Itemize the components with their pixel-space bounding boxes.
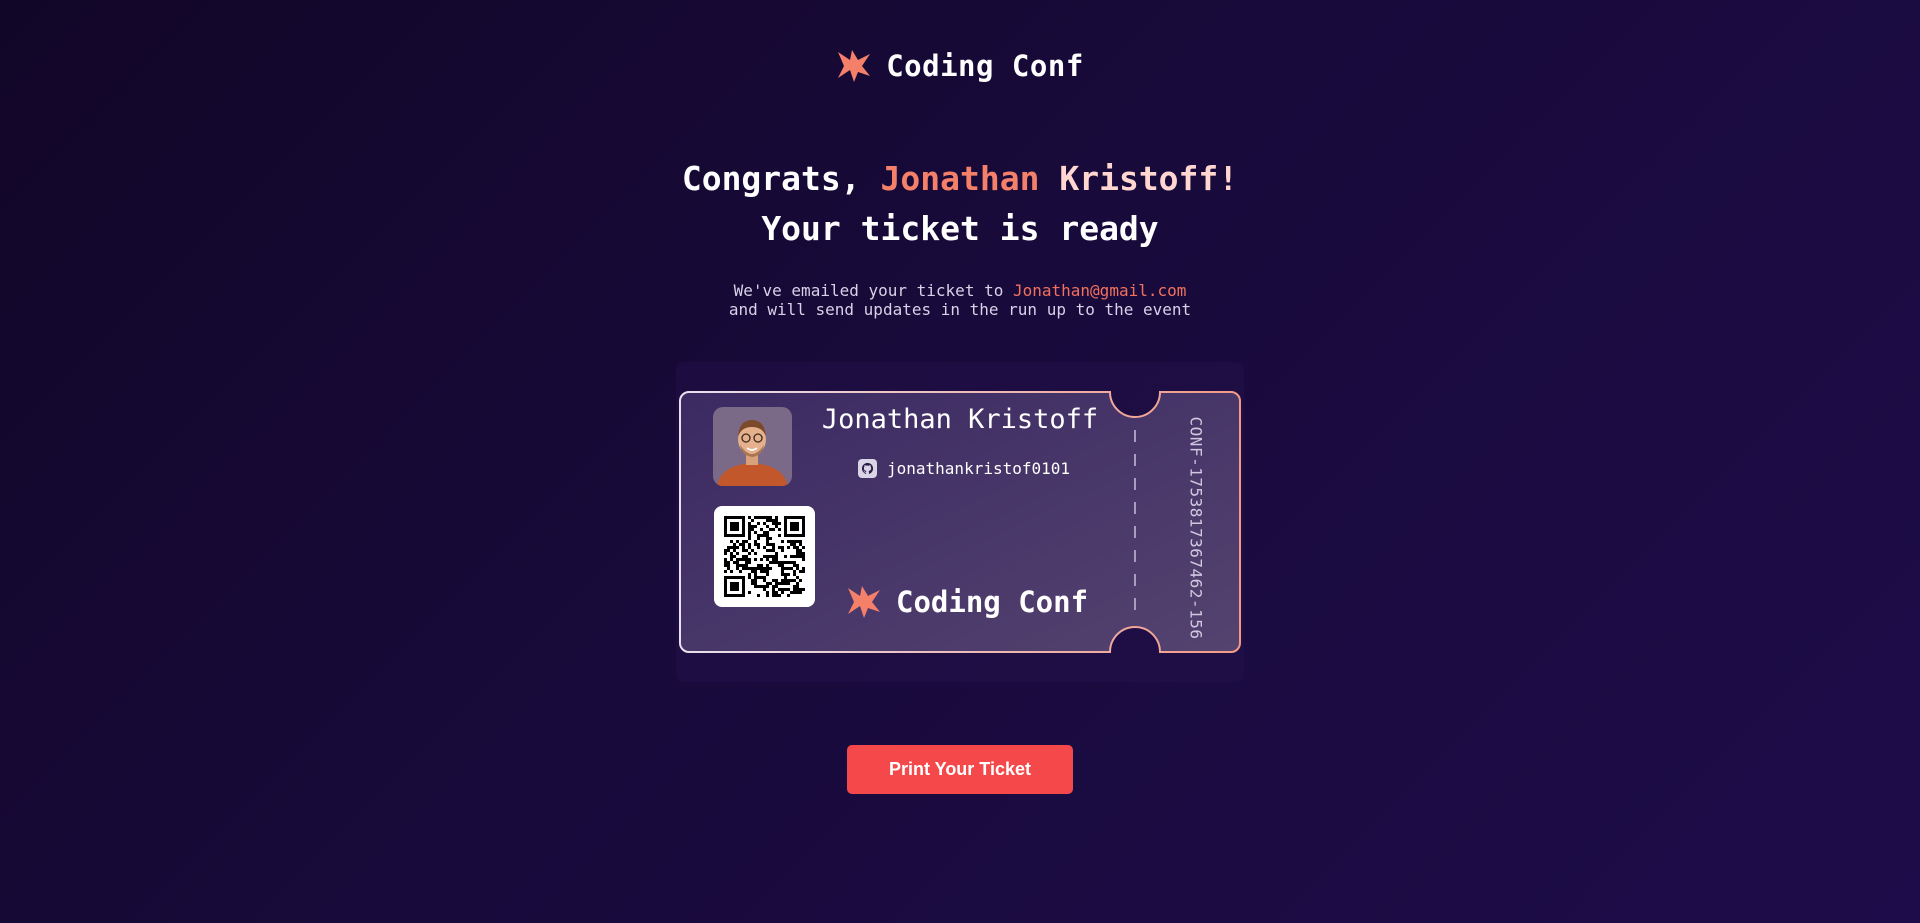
confirmation-message: We've emailed your ticket to Jonathan@gm…	[0, 281, 1920, 319]
qr-code-icon	[714, 506, 815, 607]
coding-conf-logo-icon	[838, 50, 871, 82]
ticket-brand-name: Coding Conf	[896, 585, 1089, 619]
ticket-id: CONF-1753817367462-156	[1186, 416, 1206, 640]
last-name: Kristoff!	[1059, 159, 1239, 198]
page-title: Congrats, Jonathan Kristoff! Your ticket…	[0, 154, 1920, 254]
avatar	[713, 407, 792, 486]
congrats-prefix: Congrats,	[681, 159, 861, 198]
first-name: Jonathan	[880, 159, 1040, 198]
github-handle: jonathankristof0101	[887, 459, 1071, 478]
print-ticket-button[interactable]: Print Your Ticket	[847, 745, 1073, 794]
brand-name: Coding Conf	[886, 49, 1084, 83]
emailed-prefix: We've emailed your ticket to	[733, 281, 1004, 300]
ticket-ready-line: Your ticket is ready	[761, 209, 1159, 248]
updates-line: and will send updates in the run up to t…	[728, 300, 1192, 319]
header-brand: Coding Conf	[0, 48, 1920, 84]
ticket-brand: Coding Conf	[846, 584, 1088, 620]
attendee-name: Jonathan Kristoff	[821, 404, 1099, 435]
email-address: Jonathan@gmail.com	[1012, 281, 1187, 300]
github-username: jonathankristof0101	[858, 459, 1070, 478]
coding-conf-logo-icon	[848, 586, 880, 618]
github-icon	[858, 459, 877, 478]
